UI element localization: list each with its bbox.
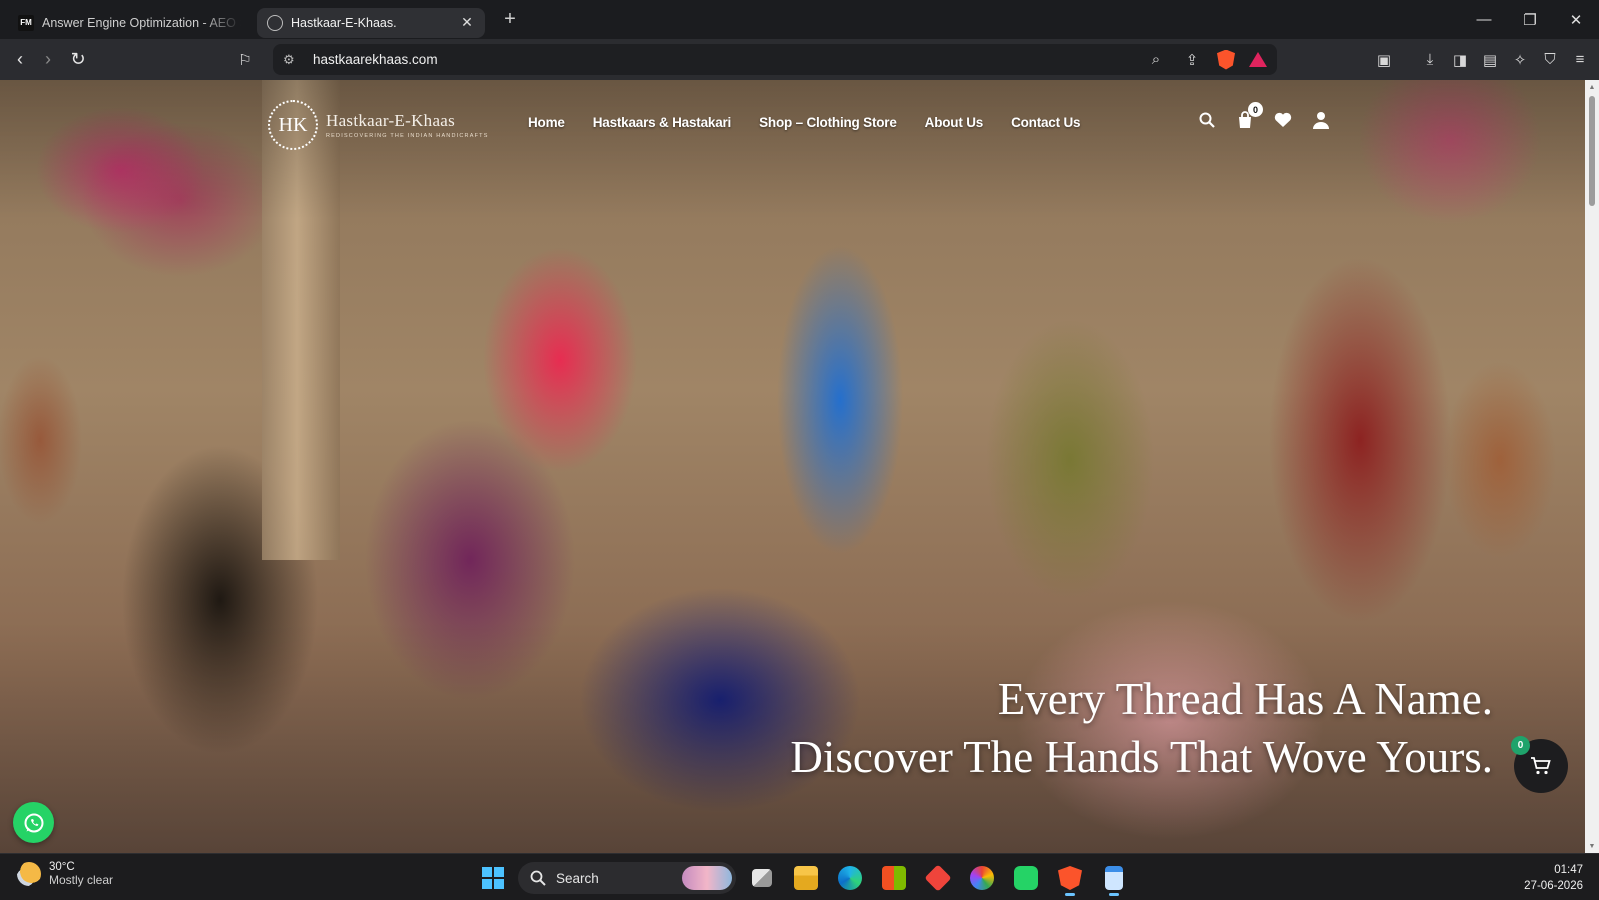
floating-cart-badge: 0 — [1511, 736, 1530, 755]
shopping-bag-icon[interactable]: 0 — [1235, 102, 1263, 130]
windows-logo-icon — [482, 867, 504, 889]
taskbar-search[interactable]: Search — [518, 862, 736, 894]
notepad-button[interactable] — [1096, 860, 1132, 896]
site-logo[interactable]: HK Hastkaar-E-Khaas REDISCOVERING THE IN… — [268, 100, 489, 150]
taskbar-apps: Search — [476, 860, 1132, 896]
site-header: HK Hastkaar-E-Khaas REDISCOVERING THE IN… — [0, 80, 1599, 170]
nav-hastkaars[interactable]: Hastkaars & Hastakari — [593, 115, 732, 130]
scroll-up-arrow-icon[interactable]: ▲ — [1585, 80, 1599, 94]
hero-line-1: Every Thread Has A Name. — [997, 674, 1493, 724]
weather-moon-icon — [17, 862, 41, 886]
nav-home[interactable]: Home — [528, 115, 565, 130]
task-view-icon — [752, 869, 772, 887]
clock-date: 27-06-2026 — [1524, 880, 1583, 892]
hero-line-2: Discover The Hands That Wove Yours. — [790, 732, 1493, 782]
logo-monogram: HK — [268, 100, 318, 150]
task-view-button[interactable] — [744, 860, 780, 896]
toolbar-right-icons: ▣ ⤓ ◨ ▤ ✧ ⛉ ≡ — [1373, 39, 1591, 80]
browser-toolbar: ‹ › ↻ ⚐ ⚙ hastkaarekhaas.com ⌕ ⇪ ▣ ⤓ ◨ ▤… — [0, 39, 1599, 80]
file-explorer-button[interactable] — [788, 860, 824, 896]
edge-icon — [838, 866, 862, 890]
forward-button[interactable]: › — [34, 46, 62, 74]
weather-temp: 30°C — [49, 861, 75, 873]
brave-app-button[interactable] — [1052, 860, 1088, 896]
cart-count-badge: 0 — [1248, 102, 1263, 117]
back-button[interactable]: ‹ — [6, 46, 34, 74]
taskbar-search-label: Search — [556, 870, 599, 886]
brave-rewards-icon[interactable] — [1249, 52, 1267, 67]
main-navigation: Home Hastkaars & Hastakari Shop – Clothi… — [528, 115, 1081, 130]
site-settings-icon[interactable]: ⚙ — [283, 52, 301, 68]
tab-hastkaar[interactable]: Hastkaar-E-Khaas. ✕ — [257, 7, 485, 38]
edge-button[interactable] — [832, 860, 868, 896]
anydesk-icon — [924, 864, 952, 892]
vpn-shield-icon[interactable]: ⛉ — [1539, 49, 1561, 71]
browser-tab-bar: FM Answer Engine Optimization - AEO S Ha… — [0, 0, 1599, 39]
hero-heading: Every Thread Has A Name. Discover The Ha… — [790, 670, 1493, 786]
minimize-button[interactable]: — — [1461, 0, 1507, 39]
tab-answer-engine[interactable]: FM Answer Engine Optimization - AEO S — [8, 8, 251, 38]
system-clock[interactable]: 01:47 27-06-2026 — [1524, 862, 1583, 894]
wallet-icon[interactable]: ▤ — [1479, 49, 1501, 71]
color-wheel-icon — [970, 866, 994, 890]
nav-contact[interactable]: Contact Us — [1011, 115, 1080, 130]
scroll-down-arrow-icon[interactable]: ▼ — [1585, 839, 1599, 853]
whatsapp-icon — [24, 813, 43, 832]
user-account-icon[interactable] — [1311, 110, 1331, 130]
menu-icon[interactable]: ≡ — [1569, 49, 1591, 71]
leo-ai-icon[interactable]: ✧ — [1509, 49, 1531, 71]
weather-condition: Mostly clear — [49, 873, 114, 887]
sidebar-icon[interactable]: ◨ — [1449, 49, 1471, 71]
notepad-icon — [1105, 866, 1123, 890]
store-icon — [882, 866, 906, 890]
clock-time: 01:47 — [1554, 864, 1583, 876]
reload-button[interactable]: ↻ — [64, 46, 92, 74]
folder-icon — [794, 866, 818, 890]
chrome-like-button[interactable] — [964, 860, 1000, 896]
header-icons: 0 — [1197, 102, 1331, 130]
search-icon — [530, 870, 546, 886]
address-bar[interactable]: ⚙ hastkaarekhaas.com ⌕ ⇪ — [273, 44, 1277, 75]
logo-name: Hastkaar-E-Khaas — [326, 111, 456, 130]
windows-taskbar: 30°C Mostly clear Search 01:47 27-06-202… — [0, 853, 1599, 900]
logo-tagline: REDISCOVERING THE INDIAN HANDICRAFTS — [326, 133, 489, 139]
whatsapp-chat-button[interactable] — [13, 802, 54, 843]
share-icon[interactable]: ⇪ — [1181, 49, 1203, 71]
web-page: HK Hastkaar-E-Khaas REDISCOVERING THE IN… — [0, 80, 1599, 853]
scrollbar-thumb[interactable] — [1589, 96, 1595, 206]
new-tab-button[interactable]: + — [499, 8, 521, 31]
downloads-icon[interactable]: ⤓ — [1419, 49, 1441, 71]
tab-title: Answer Engine Optimization - AEO S — [42, 15, 241, 30]
fm-favicon-icon: FM — [18, 14, 34, 31]
store-button[interactable] — [876, 860, 912, 896]
close-tab-icon[interactable]: ✕ — [459, 14, 475, 31]
weather-widget[interactable]: 30°C Mostly clear — [17, 861, 113, 887]
tab-search-icon[interactable]: ▣ — [1373, 49, 1395, 71]
page-scrollbar[interactable]: ▲ ▼ — [1585, 80, 1599, 853]
zoom-icon[interactable]: ⌕ — [1145, 49, 1167, 71]
whatsapp-app-icon — [1014, 866, 1038, 890]
whatsapp-app-button[interactable] — [1008, 860, 1044, 896]
floating-cart-button[interactable]: 0 — [1511, 736, 1568, 793]
brave-shields-icon[interactable] — [1217, 49, 1235, 70]
restore-button[interactable]: ❐ — [1507, 0, 1553, 39]
anydesk-button[interactable] — [920, 860, 956, 896]
url-text[interactable]: hastkaarekhaas.com — [313, 52, 438, 67]
search-highlight-image — [682, 866, 732, 890]
tab-title: Hastkaar-E-Khaas. — [291, 15, 397, 30]
close-window-button[interactable]: ✕ — [1553, 0, 1599, 39]
cart-icon — [1531, 757, 1551, 775]
nav-shop[interactable]: Shop – Clothing Store — [759, 115, 897, 130]
start-button[interactable] — [476, 861, 510, 895]
search-icon[interactable] — [1197, 110, 1217, 130]
nav-about[interactable]: About Us — [925, 115, 984, 130]
heart-icon[interactable] — [1273, 110, 1293, 130]
bookmark-icon[interactable]: ⚐ — [231, 46, 259, 74]
globe-icon — [267, 14, 283, 31]
window-controls: — ❐ ✕ — [1461, 0, 1599, 39]
brave-icon — [1058, 866, 1082, 890]
